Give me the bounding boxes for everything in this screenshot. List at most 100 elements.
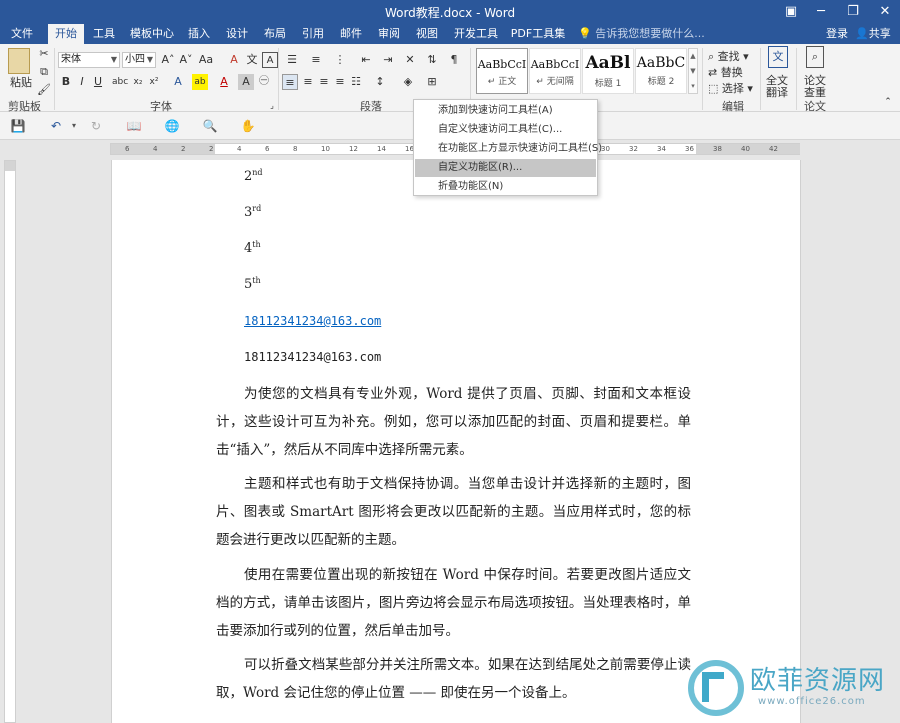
decrease-indent-icon[interactable]: ⇤ xyxy=(358,52,374,68)
body-paragraph: 可以折叠文档某些部分并关注所需文本。如果在达到结尾处之前需要停止读取，Word … xyxy=(216,651,691,707)
font-size-combo[interactable]: 小四 ▼ xyxy=(122,52,156,68)
cut-icon[interactable]: ✂ xyxy=(36,46,52,62)
line-spacing-icon[interactable]: ↕ xyxy=(372,74,388,90)
undo-dropdown-icon[interactable]: ▾ xyxy=(66,118,82,134)
change-case-icon[interactable]: Aa xyxy=(198,52,214,68)
char-border-icon[interactable]: A xyxy=(262,52,278,68)
align-left-icon[interactable]: ≡ xyxy=(282,74,298,90)
watermark-url: www.office26.com xyxy=(758,696,866,707)
grow-font-icon[interactable]: A˄ xyxy=(160,52,176,68)
sort-icon[interactable]: ⇅ xyxy=(424,52,440,68)
ribbon-context-menu: 添加到快速访问工具栏(A) 自定义快速访问工具栏(C)... 在功能区上方显示快… xyxy=(413,99,602,196)
close-button[interactable]: ✕ xyxy=(870,0,900,24)
bold-icon[interactable]: B xyxy=(58,74,74,90)
styles-gallery-scroll[interactable]: ▲ ▼ ▾ xyxy=(688,48,698,94)
tab-layout[interactable]: 布局 xyxy=(260,24,290,44)
phonetic-guide-icon[interactable]: 文 xyxy=(244,52,260,68)
tell-me-box[interactable]: 💡 告诉我您想要做什么... xyxy=(578,24,705,44)
tab-file[interactable]: 文件 xyxy=(4,24,40,44)
shading-icon[interactable]: ◈ xyxy=(400,74,416,90)
redo-icon[interactable]: ↻ xyxy=(88,118,104,134)
style-heading-2[interactable]: AaBbC 标题 2 xyxy=(635,48,687,94)
subscript-icon[interactable]: x₂ xyxy=(130,74,146,90)
format-painter-icon[interactable]: 🖌 xyxy=(36,82,52,98)
font-color-icon[interactable]: A xyxy=(216,74,232,90)
ribbon-display-options-icon[interactable]: ▣ xyxy=(776,0,806,24)
touch-mode-icon[interactable]: ✋ xyxy=(240,118,256,134)
watermark-title: 欧菲资源网 xyxy=(750,666,886,696)
char-shading-icon[interactable]: A xyxy=(238,74,254,90)
menu-collapse-ribbon[interactable]: 折叠功能区(N) xyxy=(415,178,596,196)
sign-in-link[interactable]: 登录 xyxy=(826,24,848,43)
undo-icon[interactable]: ↶ xyxy=(48,118,64,134)
style-heading-1[interactable]: AaBl 标题 1 xyxy=(582,48,634,94)
menu-customize-ribbon[interactable]: 自定义功能区(R)... xyxy=(415,159,596,177)
enclose-char-icon[interactable]: ㊀ xyxy=(256,74,272,90)
ruler-tick-label: 42 xyxy=(769,145,778,153)
style-no-spacing[interactable]: AaBbCcI ↵ 无间隔 xyxy=(529,48,581,94)
tab-mailings[interactable]: 邮件 xyxy=(336,24,366,44)
select-button[interactable]: ⬚ 选择 ▾ xyxy=(708,80,753,96)
clipboard-icon[interactable] xyxy=(8,48,30,74)
show-marks-icon[interactable]: ¶ xyxy=(446,52,462,68)
web-layout-icon[interactable]: 🌐 xyxy=(164,118,180,134)
document-page[interactable]: 2nd 3rd 4th 5th 18112341234@163.com 1811… xyxy=(111,160,801,723)
vertical-ruler[interactable] xyxy=(4,160,16,723)
full-translate-label-2[interactable]: 翻译 xyxy=(766,84,788,100)
print-preview-icon[interactable]: 🔍 xyxy=(202,118,218,134)
numbering-icon[interactable]: ≡ xyxy=(308,52,324,68)
style-sample: AaBbCcI xyxy=(530,58,580,71)
paper-check-icon[interactable]: ⌕ xyxy=(806,46,824,68)
tab-design[interactable]: 设计 xyxy=(222,24,252,44)
email-hyperlink[interactable]: 18112341234@163.com xyxy=(244,314,381,328)
person-icon: 👤 xyxy=(855,27,869,40)
ruler-tick-label: 4 xyxy=(153,145,158,153)
minimize-button[interactable]: ─ xyxy=(806,0,836,24)
group-separator xyxy=(796,48,797,110)
align-right-icon[interactable]: ≡ xyxy=(316,74,332,90)
copy-icon[interactable]: ⧉ xyxy=(36,64,52,80)
shrink-font-icon[interactable]: A˅ xyxy=(178,52,194,68)
save-icon[interactable]: 💾 xyxy=(10,118,26,134)
restore-button[interactable]: ❐ xyxy=(838,0,868,24)
collapse-ribbon-icon[interactable]: ⌃ xyxy=(880,94,896,110)
replace-button[interactable]: ⇄ 替换 xyxy=(708,64,743,80)
clear-format-icon[interactable]: A xyxy=(226,52,242,68)
increase-indent-icon[interactable]: ⇥ xyxy=(380,52,396,68)
tab-review[interactable]: 审阅 xyxy=(374,24,404,44)
share-button[interactable]: 👤共享 xyxy=(855,24,891,43)
tab-template-center[interactable]: 模板中心 xyxy=(128,24,176,44)
align-center-icon[interactable]: ≡ xyxy=(300,74,316,90)
style-normal[interactable]: AaBbCcI ↵ 正文 xyxy=(476,48,528,94)
read-mode-icon[interactable]: 📖 xyxy=(126,118,142,134)
ruler-tick-label: 2 xyxy=(181,145,186,153)
find-button[interactable]: ⌕ 查找 ▾ xyxy=(708,48,749,64)
tab-pdf-tools[interactable]: PDF工具集 xyxy=(508,24,568,44)
tab-view[interactable]: 视图 xyxy=(412,24,442,44)
paste-button[interactable]: 粘贴 xyxy=(10,74,32,90)
chinese-layout-icon[interactable]: ✕ xyxy=(402,52,418,68)
multilevel-list-icon[interactable]: ⋮ xyxy=(332,52,348,68)
tab-developer[interactable]: 开发工具 xyxy=(452,24,500,44)
menu-add-to-qat[interactable]: 添加到快速访问工具栏(A) xyxy=(415,102,596,120)
tab-insert[interactable]: 插入 xyxy=(184,24,214,44)
text-effects-icon[interactable]: A xyxy=(170,74,186,90)
highlight-icon[interactable]: ab xyxy=(192,74,208,90)
tab-tools[interactable]: 工具 xyxy=(88,24,120,44)
underline-icon[interactable]: U xyxy=(90,74,106,90)
distributed-icon[interactable]: ☷ xyxy=(348,74,364,90)
italic-icon[interactable]: I xyxy=(74,74,90,90)
translate-icon[interactable]: 文 xyxy=(768,46,788,68)
menu-customize-qat[interactable]: 自定义快速访问工具栏(C)... xyxy=(415,121,596,139)
tab-home[interactable]: 开始 xyxy=(48,24,84,44)
font-name-combo[interactable]: 宋体 ▼ xyxy=(58,52,120,68)
justify-icon[interactable]: ≡ xyxy=(332,74,348,90)
bullets-icon[interactable]: ☰ xyxy=(284,52,300,68)
tab-references[interactable]: 引用 xyxy=(298,24,328,44)
strikethrough-icon[interactable]: abc xyxy=(112,74,128,90)
cursor-icon: ⬚ xyxy=(708,82,719,95)
menu-show-qat-above[interactable]: 在功能区上方显示快速访问工具栏(S) xyxy=(415,140,602,158)
borders-icon[interactable]: ⊞ xyxy=(424,74,440,90)
superscript-icon[interactable]: x² xyxy=(146,74,162,90)
ordinal-suffix: rd xyxy=(252,204,262,213)
